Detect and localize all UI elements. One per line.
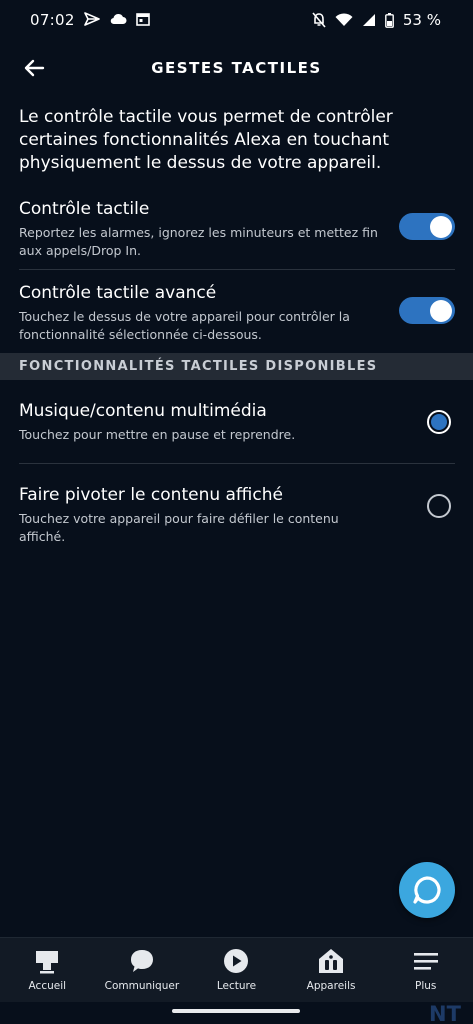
home-indicator: [172, 1009, 300, 1013]
option-rotate-radio[interactable]: [427, 494, 451, 518]
setting-title: Contrôle tactile: [19, 199, 150, 219]
nav-label: Accueil: [28, 980, 67, 992]
nav-label: Lecture: [216, 980, 257, 992]
section-title: FONCTIONNALITÉS TACTILES DISPONIBLES: [19, 359, 378, 374]
page-title: GESTES TACTILES: [151, 59, 322, 77]
nav-label: Appareils: [306, 980, 356, 992]
toggle-knob: [430, 299, 452, 322]
app-header: GESTES TACTILES: [0, 44, 473, 94]
battery-icon: [384, 12, 394, 28]
battery-percent: 53 %: [402, 11, 441, 29]
nav-item-communicate[interactable]: Communiquer: [95, 938, 190, 1002]
status-bar: 07:02 53 %: [0, 0, 473, 44]
advanced-touch-control-toggle[interactable]: [399, 297, 455, 324]
alexa-button[interactable]: [399, 862, 455, 918]
watermark-logo: NT: [429, 1002, 462, 1024]
chat-bubble-icon: [130, 950, 153, 972]
option-title: Faire pivoter le contenu affiché: [19, 485, 283, 505]
option-description: Touchez votre appareil pour faire défile…: [19, 511, 339, 544]
svg-text:NT: NT: [429, 1002, 462, 1024]
advanced-touch-control-row[interactable]: Contrôle tactile avancé Touchez le dessu…: [0, 280, 473, 352]
status-time: 07:02: [30, 11, 75, 29]
touch-control-row[interactable]: Contrôle tactile Reportez les alarmes, i…: [0, 196, 473, 268]
section-header: FONCTIONNALITÉS TACTILES DISPONIBLES: [0, 353, 473, 380]
option-music-row[interactable]: Musique/contenu multimédia Touchez pour …: [0, 398, 473, 462]
calendar-icon: [136, 13, 150, 26]
divider: [19, 269, 455, 270]
nav-item-home[interactable]: Accueil: [0, 938, 95, 1002]
cloud-icon: [110, 13, 127, 25]
option-title: Musique/contenu multimédia: [19, 401, 267, 421]
option-music-radio[interactable]: [427, 410, 451, 434]
nav-label: Plus: [414, 980, 437, 992]
setting-title: Contrôle tactile avancé: [19, 283, 217, 303]
play-icon: [224, 949, 249, 973]
devices-icon: [319, 949, 344, 973]
nav-item-play[interactable]: Lecture: [189, 938, 284, 1002]
option-rotate-row[interactable]: Faire pivoter le contenu affiché Touchez…: [0, 482, 473, 546]
intro-text: Le contrôle tactile vous permet de contr…: [19, 107, 393, 173]
option-description: Touchez pour mettre en pause et reprendr…: [19, 427, 296, 442]
setting-description: Reportez les alarmes, ignorez les minute…: [19, 225, 378, 258]
nav-item-more[interactable]: Plus: [378, 938, 473, 1002]
divider: [19, 463, 455, 464]
mute-icon: [312, 12, 326, 28]
bottom-nav: Accueil Communiquer Lecture Appareils Pl…: [0, 937, 473, 1002]
menu-icon: [413, 953, 438, 970]
toggle-knob: [430, 215, 452, 238]
home-icon: [36, 951, 59, 974]
alexa-icon: [413, 876, 441, 904]
signal-icon: [362, 14, 375, 26]
setting-description: Touchez le dessus de votre appareil pour…: [19, 309, 350, 342]
nav-label: Communiquer: [104, 980, 180, 992]
wifi-icon: [335, 13, 353, 26]
nav-item-devices[interactable]: Appareils: [284, 938, 379, 1002]
touch-control-toggle[interactable]: [399, 213, 455, 240]
send-icon: [84, 12, 100, 26]
